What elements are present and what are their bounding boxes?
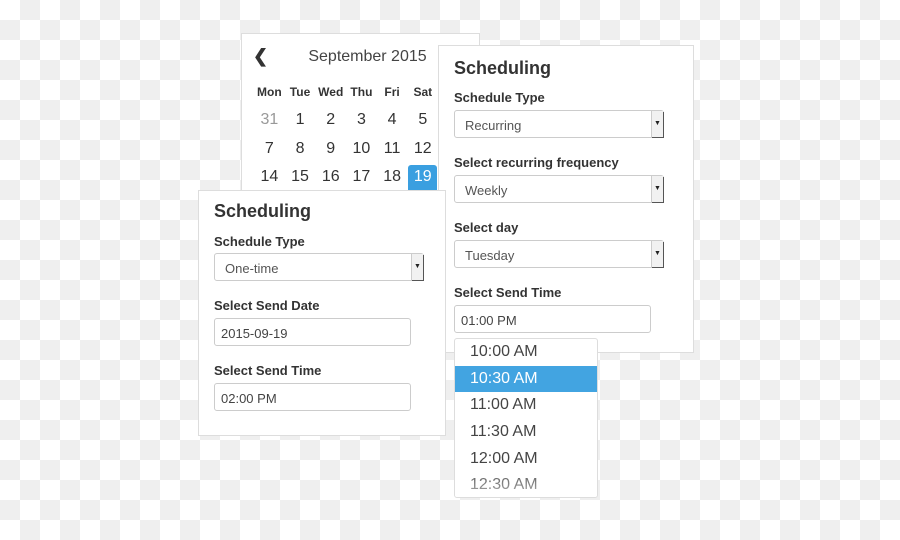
- time-option[interactable]: 11:00 AM: [455, 392, 597, 419]
- schedule-type-label: Schedule Type: [214, 234, 305, 249]
- calendar-day[interactable]: 1: [286, 108, 315, 137]
- caret-down-icon: ▼: [651, 241, 663, 267]
- select-value: Weekly: [465, 183, 508, 198]
- caret-down-icon: ▼: [651, 176, 663, 202]
- day-label: Select day: [454, 220, 519, 235]
- calendar-day[interactable]: 11: [378, 137, 407, 166]
- onetime-scheduling-panel: Scheduling Schedule Type One-time ▼ Selec…: [198, 190, 446, 436]
- weekday-header: Mon: [257, 85, 282, 99]
- weekday-header: Fri: [384, 85, 400, 99]
- weekday-header: Wed: [318, 85, 344, 99]
- scroll-fade: [455, 467, 597, 497]
- calendar-day[interactable]: 12: [408, 137, 437, 166]
- schedule-type-label: Schedule Type: [454, 90, 545, 105]
- time-option[interactable]: 10:30 AM: [455, 365, 597, 393]
- calendar-grid: Mon Tue Wed Thu Fri Sat 31 1 2 3 4 5 7 8 9 10 11 12 14 15 16…: [254, 82, 469, 194]
- panel-title: Scheduling: [454, 58, 552, 78]
- time-dropdown-list[interactable]: 10:00 AM 10:30 AM 11:00 AM 11:30 AM 12:00 AM…: [454, 338, 598, 498]
- calendar-day[interactable]: 2: [316, 108, 345, 137]
- select-value: Recurring: [465, 118, 522, 133]
- frequency-label: Select recurring frequency: [454, 155, 619, 170]
- weekday-header: Tue: [289, 85, 311, 99]
- weekday-header: Sat: [413, 85, 433, 99]
- calendar-day[interactable]: 9: [316, 137, 345, 166]
- frequency-select[interactable]: Weekly ▼: [454, 175, 664, 203]
- select-value: One-time: [225, 261, 279, 276]
- calendar-day[interactable]: 8: [286, 137, 315, 166]
- send-time-label: Select Send Time: [454, 285, 562, 300]
- send-date-input[interactable]: 2015-09-19: [214, 318, 411, 346]
- day-select[interactable]: Tuesday ▼: [454, 240, 664, 268]
- send-time-input[interactable]: 02:00 PM: [214, 383, 411, 411]
- calendar-day[interactable]: 5: [408, 108, 437, 137]
- time-option[interactable]: 11:30 AM: [455, 419, 597, 446]
- calendar-day[interactable]: 3: [347, 108, 376, 137]
- send-date-label: Select Send Date: [214, 298, 320, 313]
- recurring-scheduling-panel: Scheduling Schedule Type Recurring ▼ Sele…: [438, 45, 694, 353]
- caret-down-icon: ▼: [651, 111, 663, 137]
- calendar-day[interactable]: 10: [347, 137, 376, 166]
- panel-title: Scheduling: [214, 201, 312, 221]
- schedule-type-select[interactable]: One-time ▼: [214, 253, 424, 281]
- select-value: Tuesday: [465, 248, 515, 263]
- calendar-day[interactable]: 31: [255, 108, 284, 137]
- time-option[interactable]: 10:00 AM: [455, 339, 597, 366]
- calendar-day[interactable]: 7: [255, 137, 284, 166]
- caret-down-icon: ▼: [411, 254, 423, 280]
- calendar-day[interactable]: 4: [378, 108, 407, 137]
- send-time-input[interactable]: 01:00 PM: [454, 305, 651, 333]
- weekday-header: Thu: [350, 85, 373, 99]
- schedule-type-select[interactable]: Recurring ▼: [454, 110, 664, 138]
- send-time-label: Select Send Time: [214, 363, 322, 378]
